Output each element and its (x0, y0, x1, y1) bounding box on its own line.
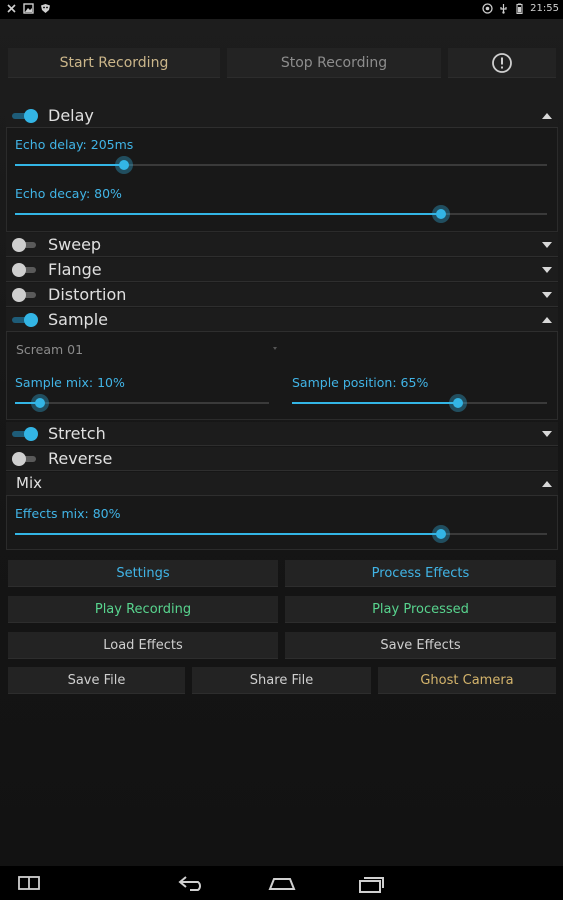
ghost-camera-button[interactable]: Ghost Camera (378, 667, 556, 694)
dropdown-icon (273, 347, 277, 350)
delay-toggle[interactable] (12, 109, 38, 123)
play-recording-button[interactable]: Play Recording (8, 596, 278, 623)
delay-header[interactable]: Delay (6, 104, 558, 128)
stretch-header[interactable]: Stretch (6, 422, 558, 446)
echo-delay-label: Echo delay: 205ms (15, 137, 134, 152)
sample-toggle[interactable] (12, 313, 38, 327)
expand-arrow-icon[interactable] (542, 242, 552, 248)
battery-icon (516, 3, 523, 14)
effects-mix-slider[interactable] (15, 525, 547, 543)
status-time: 21:55 (530, 3, 559, 14)
back-icon[interactable] (178, 875, 206, 891)
sweep-toggle[interactable] (12, 238, 38, 252)
reverse-label: Reverse (48, 449, 113, 468)
flange-header[interactable]: Flange (6, 258, 558, 282)
expand-arrow-icon[interactable] (542, 267, 552, 273)
stretch-label: Stretch (48, 424, 106, 443)
chrome-icon (482, 3, 493, 14)
sample-header[interactable]: Sample (6, 308, 558, 332)
sample-select[interactable]: Scream 01 (16, 342, 83, 357)
slider-thumb[interactable] (431, 205, 450, 223)
play-processed-button[interactable]: Play Processed (285, 596, 556, 623)
distortion-header[interactable]: Distortion (6, 283, 558, 307)
sweep-label: Sweep (48, 235, 102, 254)
slider-thumb[interactable] (31, 394, 50, 412)
sample-mix-label: Sample mix: 10% (15, 375, 125, 390)
slider-thumb[interactable] (448, 394, 467, 412)
slider-thumb[interactable] (115, 156, 134, 174)
collapse-arrow-icon[interactable] (542, 317, 552, 323)
start-recording-button[interactable]: Start Recording (8, 48, 220, 78)
flange-label: Flange (48, 260, 102, 279)
load-effects-button[interactable]: Load Effects (8, 632, 278, 659)
status-bar: 21:55 (0, 0, 563, 19)
save-effects-button[interactable]: Save Effects (285, 632, 556, 659)
usb-icon (500, 4, 507, 14)
home-icon[interactable] (268, 875, 296, 891)
distortion-toggle[interactable] (12, 288, 38, 302)
sample-position-label: Sample position: 65% (292, 375, 429, 390)
echo-delay-slider[interactable] (15, 156, 547, 174)
sweep-header[interactable]: Sweep (6, 233, 558, 257)
sample-position-slider[interactable] (292, 394, 547, 412)
split-screen-icon[interactable] (18, 875, 40, 891)
echo-decay-slider[interactable] (15, 205, 547, 223)
info-button[interactable] (448, 48, 556, 78)
reverse-toggle[interactable] (12, 452, 38, 466)
collapse-arrow-icon[interactable] (542, 481, 552, 487)
slider-thumb[interactable] (431, 525, 450, 543)
flange-toggle[interactable] (12, 263, 38, 277)
mix-header[interactable]: Mix (6, 472, 558, 496)
echo-decay-label: Echo decay: 80% (15, 186, 122, 201)
expand-arrow-icon[interactable] (542, 292, 552, 298)
photo-icon (23, 3, 34, 14)
delay-label: Delay (48, 106, 94, 125)
reverse-header[interactable]: Reverse (6, 447, 558, 471)
navigation-bar (0, 866, 563, 900)
effects-mix-label: Effects mix: 80% (15, 506, 121, 521)
distortion-label: Distortion (48, 285, 127, 304)
info-icon (492, 52, 512, 73)
process-effects-button[interactable]: Process Effects (285, 560, 556, 587)
stretch-toggle[interactable] (12, 427, 38, 441)
sample-mix-slider[interactable] (15, 394, 269, 412)
expand-arrow-icon[interactable] (542, 431, 552, 437)
settings-button[interactable]: Settings (8, 560, 278, 587)
save-file-button[interactable]: Save File (8, 667, 185, 694)
share-file-button[interactable]: Share File (192, 667, 371, 694)
shield-icon (41, 4, 50, 13)
close-icon (7, 4, 16, 13)
recent-apps-icon[interactable] (358, 875, 386, 893)
collapse-arrow-icon[interactable] (542, 113, 552, 119)
stop-recording-button[interactable]: Stop Recording (227, 48, 441, 78)
sample-label: Sample (48, 310, 108, 329)
mix-label: Mix (16, 474, 42, 492)
